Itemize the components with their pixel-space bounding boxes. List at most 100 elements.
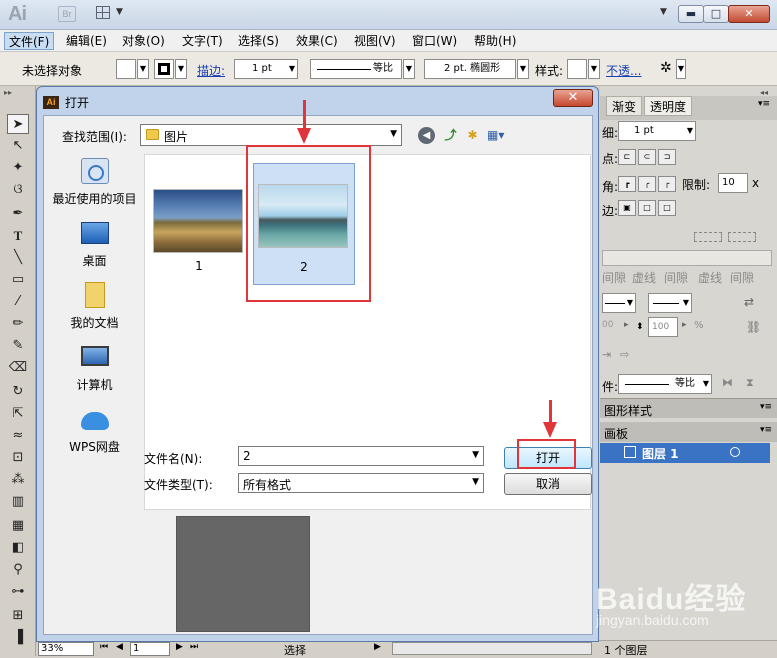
swap-arrows-icon[interactable]: ⇄	[744, 295, 754, 309]
spin-icon[interactable]: ⬍	[636, 322, 644, 332]
limit-input[interactable]: 10	[718, 173, 748, 193]
panel-menu-icon[interactable]: ▾≡	[758, 99, 770, 109]
pen-tool-icon[interactable]: ✒	[7, 204, 29, 224]
menu-select[interactable]: 选择(S)	[234, 32, 283, 50]
back-icon[interactable]: ◀	[418, 127, 435, 144]
maximize-button[interactable]: □	[703, 5, 729, 23]
layer-row[interactable]: 图层 1	[600, 443, 770, 463]
zoom-select[interactable]: 33%	[38, 642, 94, 656]
prev-page-icon[interactable]: ◀	[116, 642, 123, 652]
blend-tool-icon[interactable]: ⊶	[7, 582, 29, 602]
menu-effect[interactable]: 效果(C)	[292, 32, 342, 50]
selection-tool-icon[interactable]: ➤	[7, 114, 29, 134]
menu-file[interactable]: 文件(F)	[4, 32, 55, 50]
chevron-down-icon[interactable]: ▼	[175, 59, 187, 79]
chevron-down-icon[interactable]: ▼	[116, 7, 123, 17]
place-wps-cloud[interactable]: WPS网盘	[48, 404, 141, 466]
fill-swatch[interactable]	[116, 59, 136, 79]
recolor-icon[interactable]: ✲	[660, 60, 672, 76]
chevron-right-icon[interactable]: ▶	[374, 642, 381, 652]
chevron-down-icon[interactable]: ▼	[403, 59, 415, 79]
arrow-end-select[interactable]: ▼	[648, 293, 692, 313]
dialog-close-button[interactable]: ✕	[553, 89, 593, 107]
menu-edit[interactable]: 编辑(E)	[62, 32, 111, 50]
filetype-select[interactable]: 所有格式 ▼	[238, 473, 484, 493]
stroke-weight-select[interactable]: 1 pt ▼	[234, 59, 298, 79]
menu-window[interactable]: 窗口(W)	[408, 32, 461, 50]
link-icon[interactable]: ⛓	[746, 320, 761, 334]
gradient-tool-icon[interactable]: ◧	[7, 538, 29, 558]
stroke-label[interactable]: 描边:	[197, 62, 225, 79]
place-desktop[interactable]: 桌面	[48, 218, 141, 280]
graph-tool-icon[interactable]: ▥	[7, 492, 29, 512]
bevel-join-button[interactable]: ┌	[658, 176, 676, 192]
rectangle-tool-icon[interactable]: ▭	[7, 270, 29, 290]
new-folder-icon[interactable]: ✱	[464, 127, 481, 144]
miter-join-button[interactable]: ┏	[618, 176, 636, 192]
place-my-documents[interactable]: 我的文档	[48, 280, 141, 342]
menu-view[interactable]: 视图(V)	[350, 32, 400, 50]
tab-gradient[interactable]: 渐变	[606, 96, 643, 116]
scale-tool-icon[interactable]: ⇱	[7, 404, 29, 424]
weight-select[interactable]: 1 pt ▼	[618, 121, 696, 141]
pencil-tool-icon[interactable]: ✏	[7, 314, 29, 334]
chevron-down-icon[interactable]: ▼	[676, 59, 686, 79]
cancel-button[interactable]: 取消	[504, 473, 592, 495]
flip-icon[interactable]: ⧓	[722, 376, 733, 389]
tab-graphic-styles[interactable]: 图形样式	[604, 402, 652, 419]
place-recent[interactable]: 最近使用的项目	[48, 156, 141, 218]
target-icon[interactable]	[730, 447, 740, 457]
arrow-scale-end[interactable]: 100	[648, 317, 678, 337]
warp-tool-icon[interactable]: ≈	[7, 426, 29, 446]
close-button[interactable]: ✕	[728, 5, 770, 23]
collapse-icon[interactable]: ▸▸	[4, 88, 12, 97]
chevron-down-icon[interactable]: ▼	[137, 59, 149, 79]
view-menu-icon[interactable]: ▦▾	[487, 127, 504, 144]
arrow-start-select[interactable]: ▼	[602, 293, 636, 313]
next-page-icon[interactable]: ▶	[176, 642, 183, 652]
bar-chart-icon[interactable]: ▐	[7, 628, 29, 648]
round-join-button[interactable]: ╭	[638, 176, 656, 192]
first-page-icon[interactable]: ⏮	[100, 642, 108, 652]
align-center-button[interactable]: ▣	[618, 200, 636, 216]
mesh-tool-icon[interactable]: ▦	[7, 516, 29, 536]
panel-menu-icon[interactable]: ▾≡	[760, 425, 772, 435]
align-inside-button[interactable]: □	[638, 200, 656, 216]
menu-object[interactable]: 对象(O)	[118, 32, 169, 50]
chevron-down-icon[interactable]: ▼	[588, 59, 600, 79]
panel-menu-icon[interactable]: ▾≡	[760, 402, 772, 412]
magic-wand-tool-icon[interactable]: ✦	[7, 158, 29, 178]
menu-type[interactable]: 文字(T)	[178, 32, 227, 50]
arrow-scale-start[interactable]: 00	[602, 320, 613, 330]
type-tool-icon[interactable]: T	[7, 226, 29, 246]
look-in-select[interactable]: 图片 ▼	[140, 124, 402, 146]
eraser-tool-icon[interactable]: ⌫	[7, 358, 29, 378]
square-cap-button[interactable]: ⊐	[658, 149, 676, 165]
round-cap-button[interactable]: ⊂	[638, 149, 656, 165]
paintbrush-tool-icon[interactable]: ⁄	[7, 292, 29, 312]
profile-select[interactable]: 等比 ▼	[618, 374, 712, 394]
style-swatch[interactable]	[567, 59, 587, 79]
opacity-link[interactable]: 不透...	[606, 62, 641, 79]
last-page-icon[interactable]: ⏭	[190, 642, 198, 652]
filename-input[interactable]: 2 ▼	[238, 446, 484, 466]
stroke-swatch[interactable]	[154, 59, 174, 79]
flip-icon[interactable]: ⧗	[746, 376, 754, 390]
symbol-sprayer-tool-icon[interactable]: ⁂	[7, 470, 29, 490]
brush-select[interactable]: 2 pt. 椭圆形	[424, 59, 516, 79]
tab-artboards[interactable]: 画板	[604, 425, 628, 442]
minimize-button[interactable]: ▬	[678, 5, 704, 23]
bridge-button[interactable]: Br	[58, 6, 76, 22]
free-transform-tool-icon[interactable]: ⊡	[7, 448, 29, 468]
page-select[interactable]: 1	[130, 642, 170, 656]
tab-transparency[interactable]: 透明度	[644, 96, 693, 116]
lasso-tool-icon[interactable]: ଓ	[7, 180, 29, 200]
line-tool-icon[interactable]: ╲	[7, 248, 29, 268]
up-folder-icon[interactable]: ⤴	[442, 127, 459, 144]
dialog-titlebar[interactable]: Ai 打开 ✕	[37, 87, 598, 115]
file-item[interactable]: 1	[149, 183, 249, 281]
align-arrow-icon[interactable]: ⇥	[602, 348, 611, 361]
blob-brush-tool-icon[interactable]: ✎	[7, 336, 29, 356]
direct-selection-tool-icon[interactable]: ↖	[7, 136, 29, 156]
menu-help[interactable]: 帮助(H)	[470, 32, 520, 50]
